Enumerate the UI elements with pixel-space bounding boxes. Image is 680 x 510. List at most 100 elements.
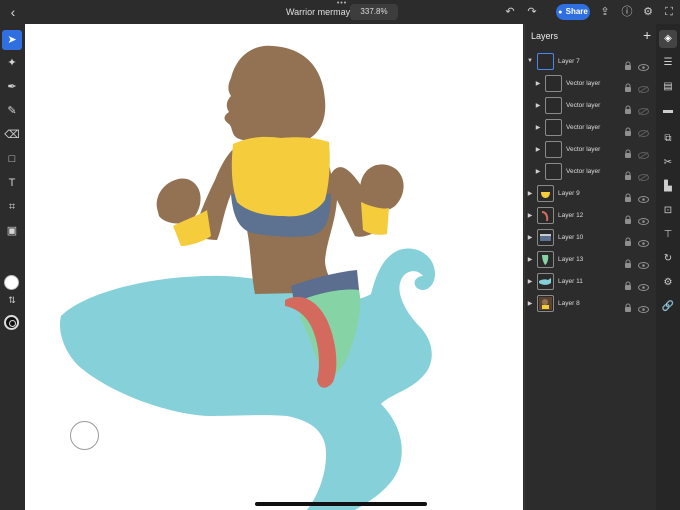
select-tool-icon[interactable]: ➤ [2, 30, 22, 50]
pen-tool-icon[interactable]: ✒ [2, 77, 22, 97]
redo-icon[interactable]: ↷ [524, 4, 540, 20]
layers-panel: Layers + ▼ Layer 7 ▶ Vector layer ▶ Vector la… [524, 24, 655, 510]
caret-right-icon[interactable]: ▶ [534, 168, 542, 175]
lock-icon[interactable] [624, 101, 632, 114]
caret-right-icon[interactable]: ▶ [534, 102, 542, 109]
layer-row[interactable]: ▼ Layer 7 [525, 51, 656, 73]
layer-thumbnail [537, 229, 554, 246]
share-button[interactable]: ● Share [556, 4, 590, 20]
layer-name: Vector layer [566, 124, 601, 131]
export-icon[interactable]: ⇪ [597, 4, 613, 20]
eye-icon[interactable] [638, 256, 649, 269]
duplicate-icon[interactable]: ⧉ [659, 130, 677, 148]
libraries-icon[interactable]: ▤ [659, 78, 677, 96]
layer-row[interactable]: ▶ Vector layer [525, 95, 656, 117]
layer-row[interactable]: ▶ Vector layer [525, 73, 656, 95]
undo-icon[interactable]: ↶ [502, 4, 518, 20]
document-menu-dots-icon[interactable]: ••• [336, 0, 348, 7]
eye-icon[interactable] [638, 58, 649, 71]
layer-row[interactable]: ▶ Layer 12 [525, 205, 656, 227]
eye-icon[interactable] [638, 300, 649, 313]
fullscreen-icon[interactable]: ⛶ [661, 4, 677, 20]
layer-row[interactable]: ▶ Vector layer [525, 161, 656, 183]
layer-thumbnail [537, 185, 554, 202]
layers-stack-icon[interactable]: ◈ [659, 30, 677, 48]
eye-icon[interactable] [638, 278, 649, 291]
lock-icon[interactable] [624, 57, 632, 70]
layer-name: Layer 13 [558, 256, 584, 263]
direct-select-tool-icon[interactable]: ✦ [2, 53, 22, 73]
lock-icon[interactable] [624, 211, 632, 224]
layer-row[interactable]: ▶ Layer 8 [525, 293, 656, 315]
caret-right-icon[interactable]: ▶ [526, 190, 534, 197]
lock-icon[interactable] [624, 299, 632, 312]
eye-hidden-icon[interactable] [638, 168, 649, 181]
eye-icon[interactable] [638, 190, 649, 203]
shape-tool-icon[interactable]: □ [2, 149, 22, 169]
lock-icon[interactable] [624, 79, 632, 92]
path-ops-icon[interactable]: ⊤ [659, 226, 677, 244]
caret-right-icon[interactable]: ▶ [526, 300, 534, 307]
eye-hidden-icon[interactable] [638, 102, 649, 115]
rotate-icon[interactable]: ↻ [659, 250, 677, 268]
caret-right-icon[interactable]: ▶ [526, 234, 534, 241]
yellow-top-shape [231, 136, 330, 217]
layer-thumbnail [545, 97, 562, 114]
layer-row[interactable]: ▶ Layer 13 [525, 249, 656, 271]
eraser-tool-icon[interactable]: ⌫ [2, 125, 22, 145]
comments-icon[interactable]: ▬ [659, 102, 677, 120]
lock-icon[interactable] [624, 123, 632, 136]
eye-hidden-icon[interactable] [638, 80, 649, 93]
eye-hidden-icon[interactable] [638, 124, 649, 137]
image-tool-icon[interactable]: ▣ [2, 221, 22, 241]
head-shape [224, 45, 326, 144]
layer-row[interactable]: ▶ Layer 11 [525, 271, 656, 293]
swap-colors-icon[interactable]: ⇅ [4, 295, 20, 306]
caret-right-icon[interactable]: ▶ [534, 124, 542, 131]
caret-right-icon[interactable]: ▶ [526, 212, 534, 219]
scissors-icon[interactable]: ✂ [659, 154, 677, 172]
add-layer-plus-icon[interactable]: + [643, 27, 651, 43]
properties-sliders-icon[interactable]: ☰ [659, 54, 677, 72]
lock-icon[interactable] [624, 233, 632, 246]
link-icon[interactable]: 🔗 [659, 298, 677, 316]
zoom-level[interactable]: 337.8% [350, 4, 398, 20]
user-icon: ● [558, 9, 563, 16]
layer-row[interactable]: ▶ Layer 9 [525, 183, 656, 205]
crop-icon[interactable]: ⊡ [659, 202, 677, 220]
lock-icon[interactable] [624, 189, 632, 202]
layer-row[interactable]: ▶ Layer 10 [525, 227, 656, 249]
caret-right-icon[interactable]: ▶ [526, 256, 534, 263]
lock-icon[interactable] [624, 255, 632, 268]
help-icon[interactable]: ⓘ [619, 4, 635, 20]
back-chevron-icon[interactable]: ‹ [6, 4, 20, 20]
eye-icon[interactable] [638, 212, 649, 225]
lock-icon[interactable] [624, 167, 632, 180]
layer-thumbnail [545, 119, 562, 136]
caret-right-icon[interactable]: ▶ [526, 278, 534, 285]
align-icon[interactable]: ▙ [659, 178, 677, 196]
caret-right-icon[interactable]: ▶ [534, 80, 542, 87]
layer-row[interactable]: ▶ Vector layer [525, 117, 656, 139]
caret-right-icon[interactable]: ▶ [534, 146, 542, 153]
layer-name: Layer 9 [558, 190, 580, 197]
document-title[interactable]: Warrior mermay [286, 7, 350, 17]
stroke-color-swatch[interactable] [4, 315, 19, 330]
lock-icon[interactable] [624, 277, 632, 290]
repeat-gear-icon[interactable]: ⚙ [659, 274, 677, 292]
pencil-tool-icon[interactable]: ✎ [2, 101, 22, 121]
artboard-canvas[interactable] [25, 24, 523, 510]
transform-tool-icon[interactable]: ⌗ [2, 197, 22, 217]
eye-hidden-icon[interactable] [638, 146, 649, 159]
eye-icon[interactable] [638, 234, 649, 247]
layer-row[interactable]: ▶ Vector layer [525, 139, 656, 161]
fill-color-swatch[interactable] [4, 275, 19, 290]
text-tool-icon[interactable]: T [2, 173, 22, 193]
lock-icon[interactable] [624, 145, 632, 158]
layer-name: Vector layer [566, 102, 601, 109]
layer-name: Layer 11 [558, 278, 583, 285]
caret-down-icon[interactable]: ▼ [526, 58, 534, 64]
layer-name: Vector layer [566, 80, 601, 87]
layer-thumbnail [537, 207, 554, 224]
settings-gear-icon[interactable]: ⚙ [640, 4, 656, 20]
